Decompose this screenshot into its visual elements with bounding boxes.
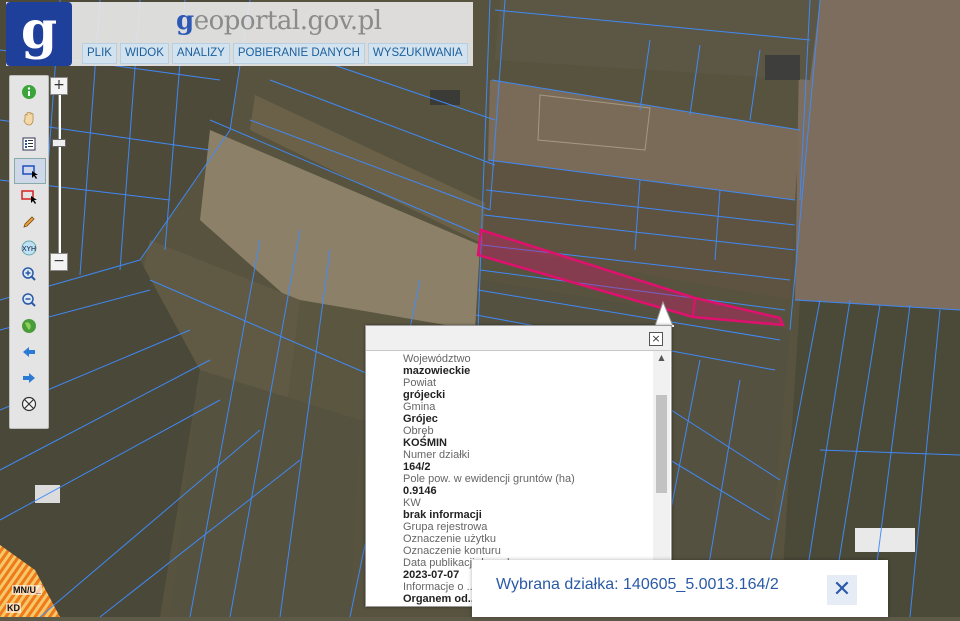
attr-label-powiat: Powiat: [403, 377, 437, 389]
zoom-plus-button[interactable]: +: [50, 77, 68, 95]
select-rectangle-icon[interactable]: [14, 158, 46, 184]
xyh-icon[interactable]: XYH: [14, 236, 44, 260]
attr-label-oznaczenie-uzytku: Oznaczenie użytku: [403, 533, 496, 545]
close-icon[interactable]: ✕: [827, 575, 857, 605]
pan-hand-icon[interactable]: [14, 106, 44, 130]
selected-parcel-text: Wybrana działka: 140605_5.0013.164/2: [496, 576, 779, 593]
menu-plik[interactable]: PLIK: [82, 43, 117, 64]
selected-parcel-bar: Wybrana działka: 140605_5.0013.164/2 ✕: [472, 560, 888, 617]
pencil-icon[interactable]: [14, 210, 44, 234]
zoom-track[interactable]: [58, 95, 61, 253]
brand-rest: eoportal.gov.pl: [193, 6, 382, 36]
brand-title: geoportal.gov.pl: [176, 6, 382, 36]
attr-value-obreb: KOŚMIN: [403, 437, 447, 449]
logo-letter: g: [20, 0, 58, 61]
attr-label-numer-dzialki: Numer działki: [403, 449, 470, 461]
zoom-slider[interactable]: + −: [50, 77, 68, 272]
popup-close-button[interactable]: ×: [649, 332, 663, 346]
menu-wyszukiwania[interactable]: WYSZUKIWANIA: [367, 43, 468, 64]
attr-label-oznaczenie-konturu: Oznaczenie konturu: [403, 545, 501, 557]
geoportal-logo[interactable]: g: [6, 2, 72, 66]
zoom-in-icon[interactable]: [14, 262, 44, 286]
attr-value-wojewodztwo: mazowieckie: [403, 365, 471, 377]
menu-widok[interactable]: WIDOK: [119, 43, 169, 64]
attr-value-gmina: Grójec: [403, 413, 438, 425]
zoom-out-icon[interactable]: [14, 288, 44, 312]
map-toolbar: XYH: [9, 75, 49, 429]
attr-value-numer-dzialki: 164/2: [403, 461, 431, 473]
zone-label-mnu: MN/U_: [12, 585, 43, 595]
legend-icon[interactable]: [14, 132, 44, 156]
zoom-minus-button[interactable]: −: [50, 253, 68, 271]
attr-label-gmina: Gmina: [403, 401, 436, 413]
xyh-label: XYH: [22, 245, 36, 253]
attr-value-kw: brak informacji: [403, 509, 482, 521]
globe-icon[interactable]: [14, 314, 44, 338]
zoom-thumb[interactable]: [52, 139, 66, 147]
popup-pointer: [654, 300, 674, 327]
app-header: g geoportal.gov.pl PLIK WIDOK ANALIZY PO…: [6, 2, 473, 66]
attr-label-kw: KW: [403, 497, 421, 509]
scroll-up-icon[interactable]: ▲: [653, 351, 670, 365]
crosshair-icon[interactable]: [14, 392, 44, 416]
attr-label-obreb: Obręb: [403, 425, 434, 437]
arrow-forward-icon[interactable]: [14, 366, 44, 390]
arrow-back-icon[interactable]: [14, 340, 44, 364]
zone-label-kd: KD: [6, 603, 21, 613]
attr-label-grupa-rejestrowa: Grupa rejestrowa: [403, 521, 488, 533]
popup-header: ×: [366, 326, 671, 351]
attr-label-wojewodztwo: Województwo: [403, 353, 471, 365]
main-menu: PLIK WIDOK ANALIZY POBIERANIE DANYCH WYS…: [82, 43, 468, 64]
attr-label-pole-pow: Pole pow. w ewidencji gruntów (ha): [403, 473, 575, 485]
attr-value-powiat: grójecki: [403, 389, 446, 401]
menu-analizy[interactable]: ANALIZY: [171, 43, 230, 64]
info-icon[interactable]: [14, 80, 44, 104]
scroll-thumb[interactable]: [656, 395, 667, 493]
select-delete-icon[interactable]: [14, 184, 44, 208]
attr-value-pole-pow: 0.9146: [403, 485, 437, 497]
brand-prefix: g: [176, 6, 194, 36]
menu-pobieranie-danych[interactable]: POBIERANIE DANYCH: [232, 43, 365, 64]
